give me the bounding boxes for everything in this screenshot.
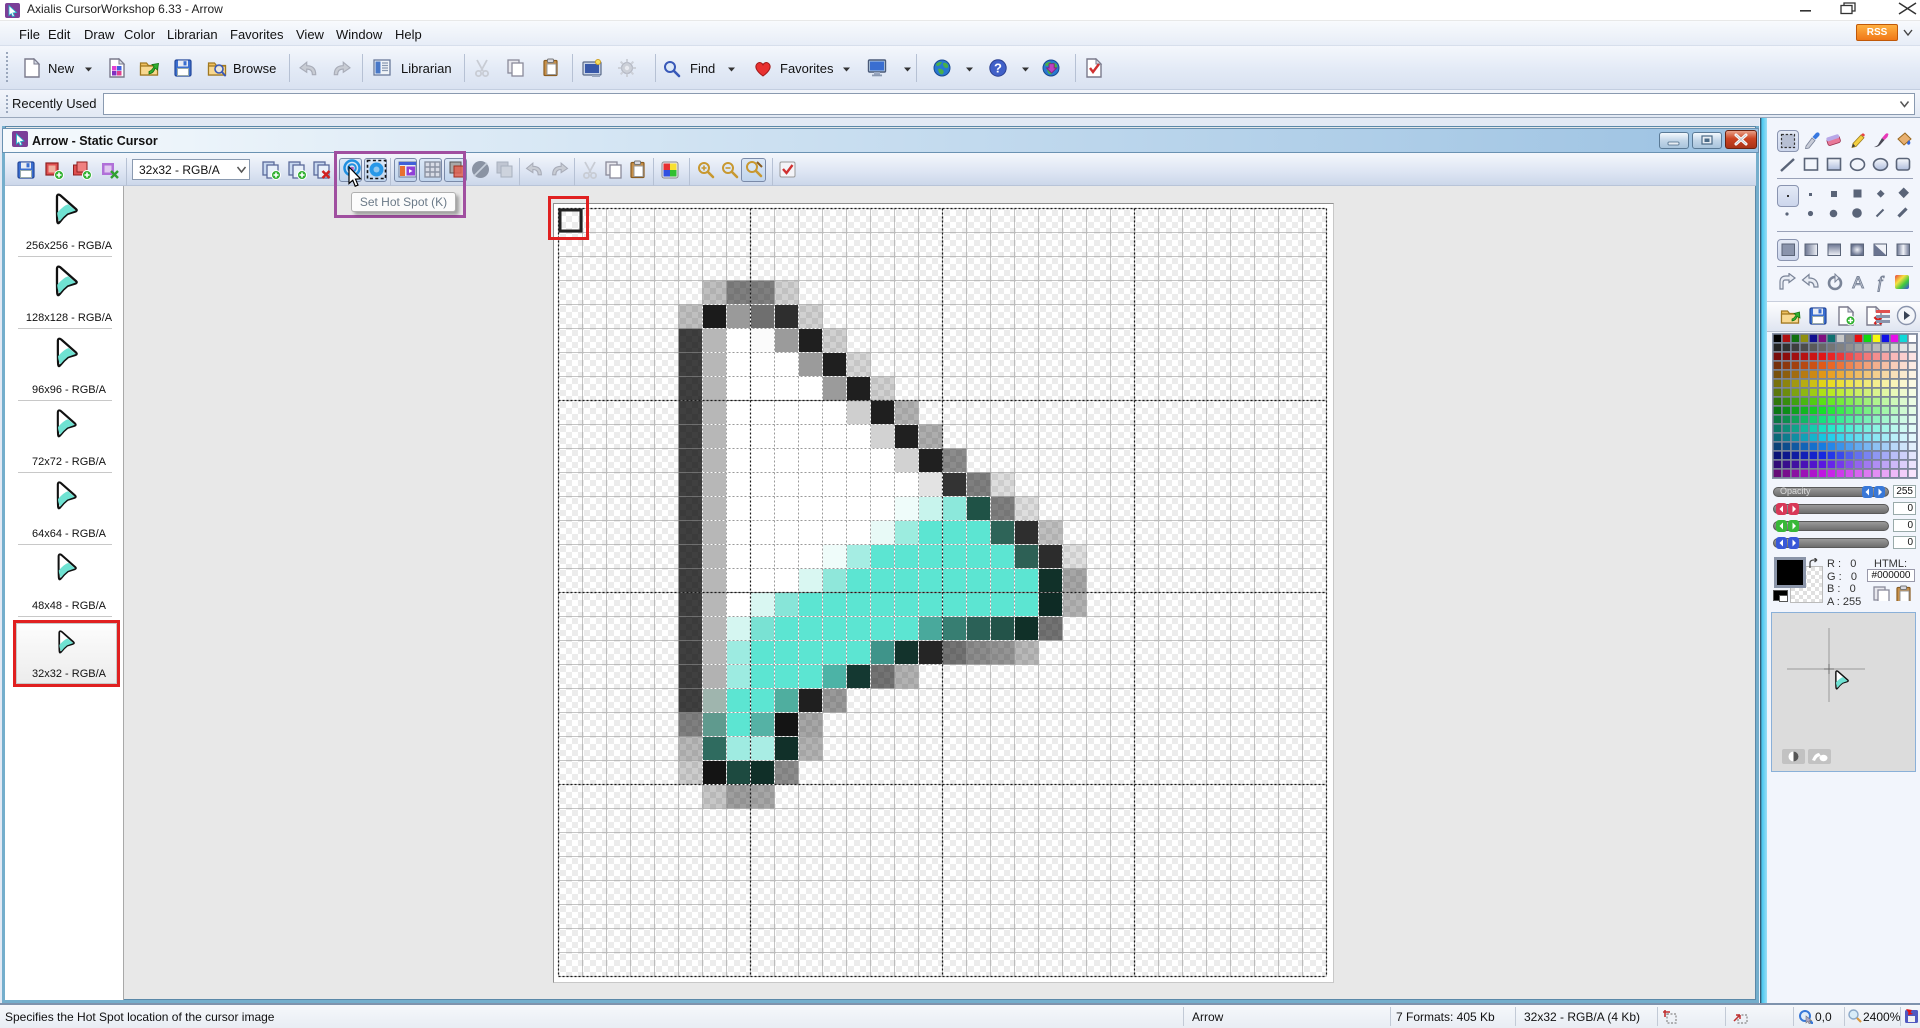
svg-text:f: f [1878,273,1885,292]
svg-text:?: ? [994,61,1002,76]
svg-text:A: A [1852,273,1864,292]
